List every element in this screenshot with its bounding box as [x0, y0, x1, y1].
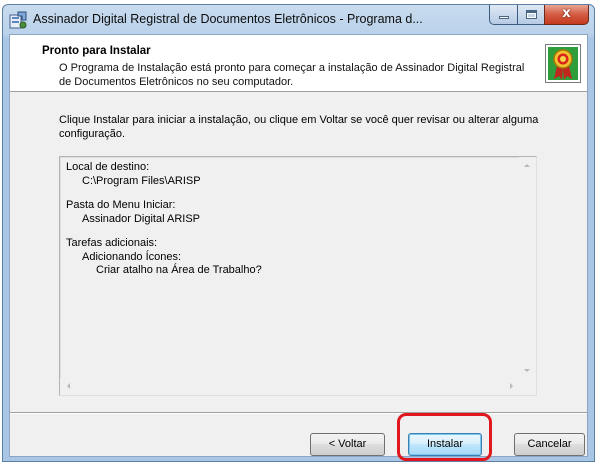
- footer-separator: [10, 412, 587, 414]
- minimize-icon: [499, 16, 509, 19]
- close-button[interactable]: x: [544, 5, 589, 25]
- tasks-label: Tarefas adicionais:: [66, 237, 158, 249]
- install-button[interactable]: Instalar: [408, 433, 482, 456]
- tasks-group: Adicionando Ícones:: [82, 250, 182, 263]
- summary-text: Local de destino: C:\Program Files\ARISP…: [66, 161, 262, 278]
- ready-summary-memo[interactable]: Local de destino: C:\Program Files\ARISP…: [59, 156, 537, 396]
- page-description: O Programa de Instalação está pronto par…: [59, 62, 525, 88]
- scroll-left-icon[interactable]: [67, 383, 70, 389]
- start-menu-value: Assinador Digital ARISP: [82, 212, 200, 225]
- cancel-button[interactable]: Cancelar: [514, 433, 585, 456]
- title-bar[interactable]: Assinador Digital Registral de Documento…: [3, 5, 594, 34]
- back-button[interactable]: < Voltar: [310, 433, 385, 456]
- wizard-header: Pronto para Instalar O Programa de Insta…: [10, 35, 587, 92]
- installer-window: Assinador Digital Registral de Documento…: [2, 4, 595, 462]
- destination-value: C:\Program Files\ARISP: [82, 174, 201, 187]
- scroll-right-icon[interactable]: [510, 383, 513, 389]
- page-title: Pronto para Instalar: [42, 45, 151, 57]
- scroll-down-icon[interactable]: [524, 369, 530, 372]
- vertical-scrollbar[interactable]: [519, 157, 536, 379]
- maximize-icon: [526, 10, 537, 19]
- scroll-up-icon[interactable]: [524, 164, 530, 167]
- maximize-button[interactable]: [517, 5, 544, 25]
- installer-app-icon: [9, 11, 27, 29]
- start-menu-label: Pasta do Menu Iniciar:: [66, 199, 176, 211]
- close-icon: x: [562, 6, 571, 21]
- destination-label: Local de destino:: [66, 161, 150, 173]
- minimize-button[interactable]: [489, 5, 517, 25]
- award-ribbon-icon: [545, 44, 581, 83]
- tasks-item: Criar atalho na Área de Trabalho?: [96, 264, 262, 276]
- window-title: Assinador Digital Registral de Documento…: [33, 12, 423, 26]
- install-instruction: Clique Instalar para iniciar a instalaçã…: [59, 114, 539, 140]
- caption-buttons: x: [489, 5, 589, 25]
- wizard-body: Pronto para Instalar O Programa de Insta…: [9, 34, 588, 457]
- scrollbar-corner: [519, 378, 536, 395]
- horizontal-scrollbar[interactable]: [60, 378, 520, 395]
